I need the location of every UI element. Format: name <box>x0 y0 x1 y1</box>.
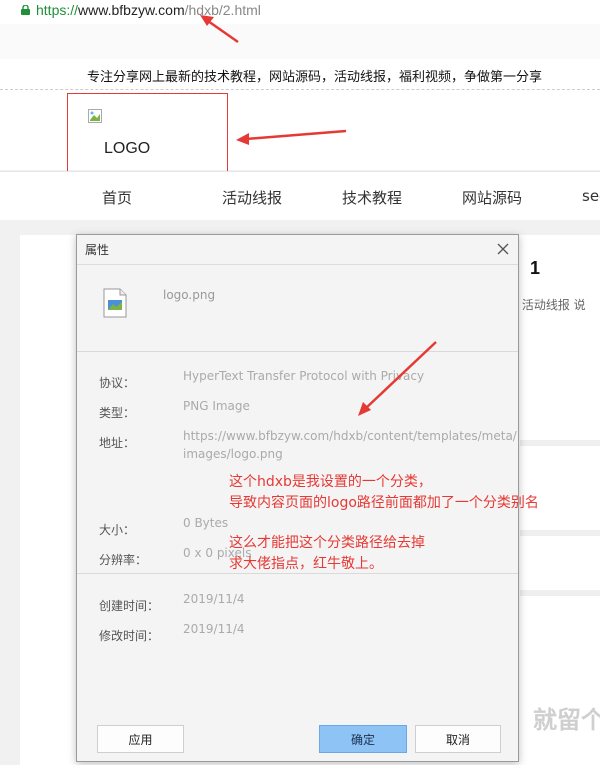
arrow-to-address <box>365 341 437 409</box>
arrow-to-logo <box>245 129 347 141</box>
arrowhead <box>236 133 249 145</box>
arrow-to-url <box>207 19 239 44</box>
annotation-arrows <box>200 15 437 416</box>
